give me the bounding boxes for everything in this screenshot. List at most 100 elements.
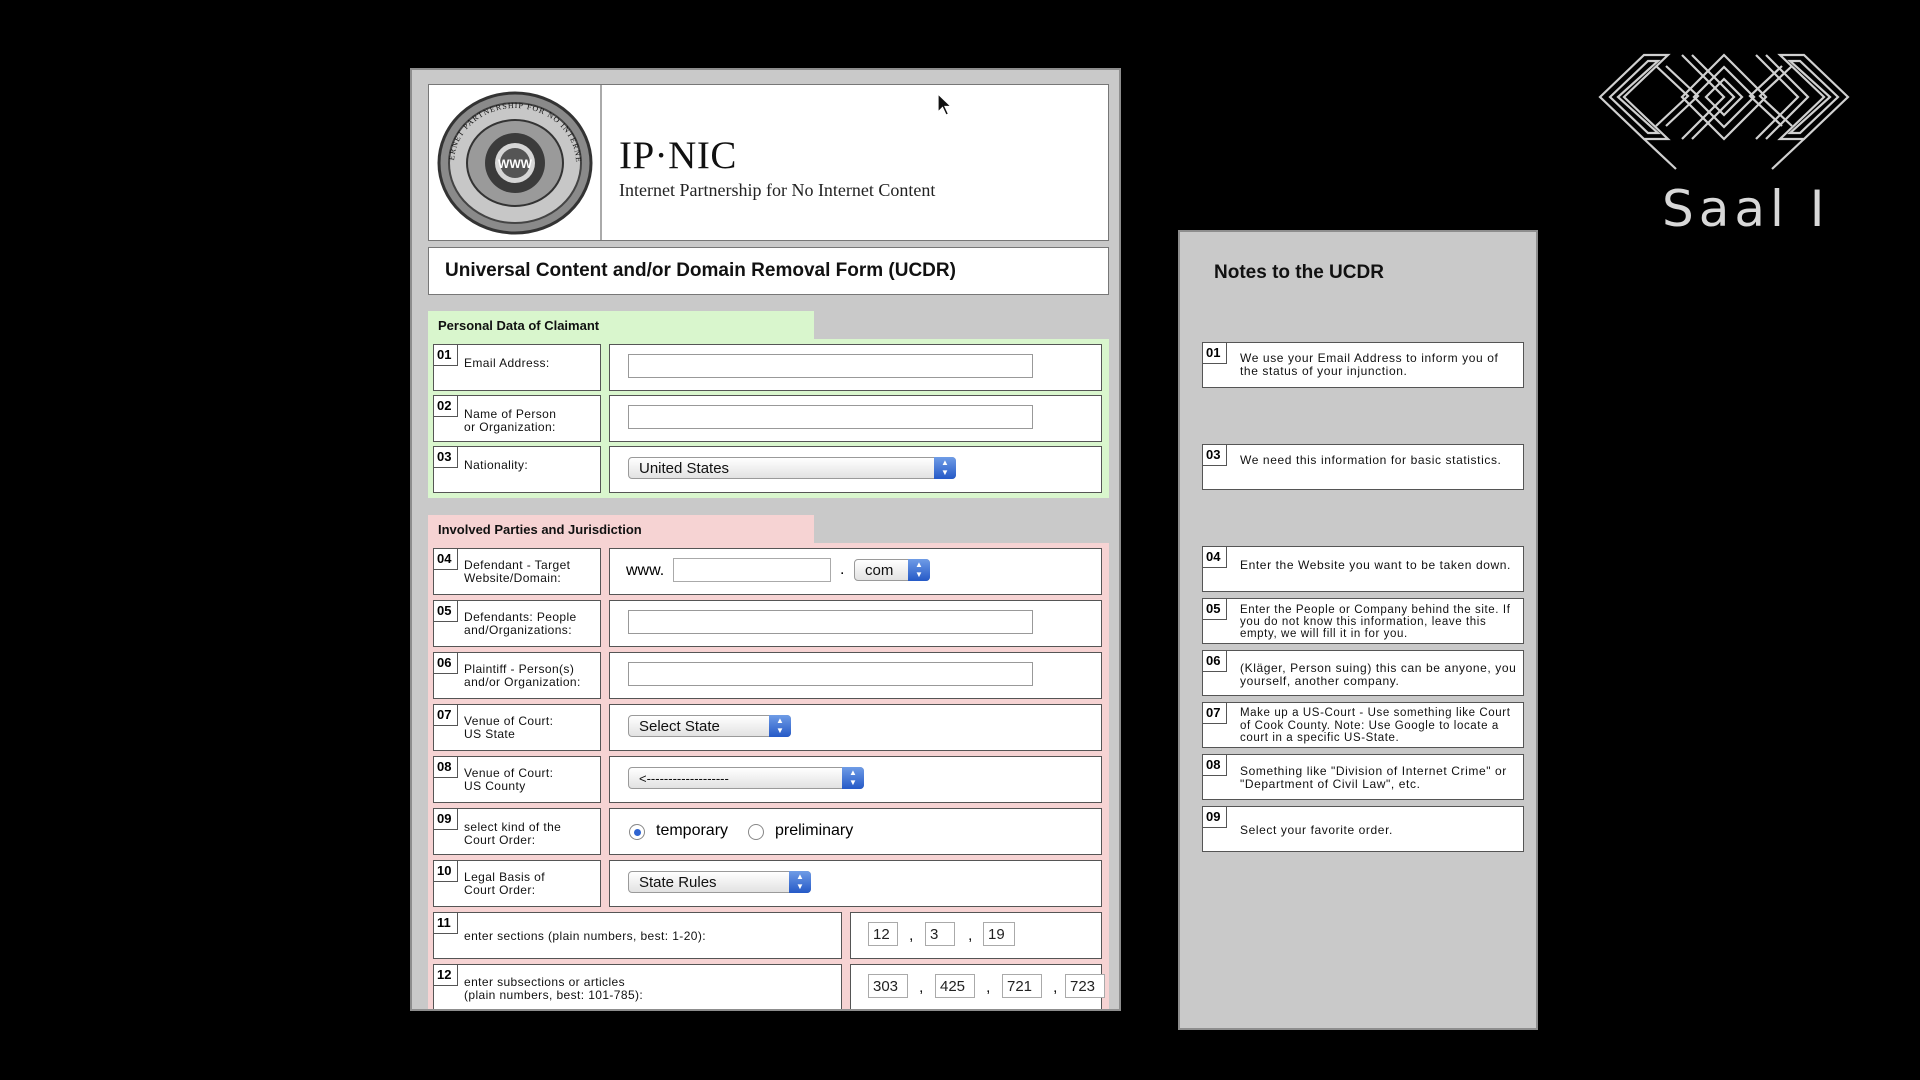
section-involved-tab: Involved Parties and Jurisdiction bbox=[428, 515, 814, 543]
venue-county-label: Venue of Court: US County bbox=[464, 766, 554, 793]
note-number: 03 bbox=[1203, 445, 1227, 466]
legal-basis-select[interactable]: State Rules ▲ ▼ bbox=[628, 871, 811, 893]
row-plaintiff: 06 Plaintiff - Person(s) and/or Organiza… bbox=[428, 652, 1109, 699]
www-prefix: www. bbox=[626, 562, 665, 579]
venue-state-label: Venue of Court: US State bbox=[464, 714, 554, 741]
note-item: 03 We need this information for basic st… bbox=[1202, 444, 1524, 490]
note-text: Select your favorite order. bbox=[1240, 823, 1393, 837]
select-arrow-icon: ▲ ▼ bbox=[789, 871, 811, 893]
field-number: 02 bbox=[434, 396, 458, 417]
venue-county-value: <------------------- bbox=[639, 771, 729, 786]
note-item: 04 Enter the Website you want to be take… bbox=[1202, 546, 1524, 592]
defendants-people-field-box bbox=[609, 600, 1102, 647]
select-arrow-icon: ▲ ▼ bbox=[769, 715, 791, 737]
note-text: Something like "Division of Internet Cri… bbox=[1240, 764, 1507, 791]
separator: , bbox=[968, 927, 973, 944]
sections-label: enter sections (plain numbers, best: 1-2… bbox=[464, 929, 706, 943]
row-court-order: 09 select kind of the Court Order: tempo… bbox=[428, 808, 1109, 855]
note-number: 04 bbox=[1203, 547, 1227, 568]
section-input-3[interactable] bbox=[983, 922, 1015, 946]
radio-temporary[interactable] bbox=[629, 824, 645, 840]
separator: , bbox=[986, 979, 991, 996]
field-number: 09 bbox=[434, 809, 458, 830]
venue-county-select[interactable]: <------------------- ▲ ▼ bbox=[628, 767, 864, 789]
hall-logo-icon bbox=[1598, 53, 1850, 170]
email-label-box: 01 Email Address: bbox=[433, 344, 601, 391]
subsections-field-box: , , , bbox=[850, 964, 1105, 1009]
brand-subtitle: Internet Partnership for No Internet Con… bbox=[619, 180, 936, 200]
subsection-input-2[interactable] bbox=[935, 974, 975, 998]
row-sections: 11 enter sections (plain numbers, best: … bbox=[428, 912, 1109, 959]
court-order-label-box: 09 select kind of the Court Order: bbox=[433, 808, 601, 855]
domain-input[interactable] bbox=[673, 558, 831, 582]
subsections-label: enter subsections or articles (plain num… bbox=[464, 975, 644, 1002]
field-number: 07 bbox=[434, 705, 458, 726]
name-label-box: 02 Name of Person or Organization: bbox=[433, 395, 601, 442]
defendant-site-label: Defendant - Target Website/Domain: bbox=[464, 558, 571, 585]
note-number: 09 bbox=[1203, 807, 1227, 828]
email-field-box bbox=[609, 344, 1102, 391]
row-defendants-people: 05 Defendants: People and/Organizations: bbox=[428, 600, 1109, 647]
field-number: 03 bbox=[434, 447, 458, 468]
radio-preliminary[interactable] bbox=[748, 824, 764, 840]
defendants-people-input[interactable] bbox=[628, 610, 1033, 634]
court-order-field-box: temporary preliminary bbox=[609, 808, 1102, 855]
venue-state-select[interactable]: Select State ▲ ▼ bbox=[628, 715, 791, 737]
row-nationality: 03 Nationality: United States ▲ ▼ bbox=[428, 446, 1109, 493]
row-defendant-site: 04 Defendant - Target Website/Domain: ww… bbox=[428, 548, 1109, 595]
ipnic-seal-cell: WWW IP·NIC · INTERNET PARTNERSHIP FOR NO… bbox=[429, 85, 602, 240]
nationality-label: Nationality: bbox=[464, 458, 529, 472]
name-input[interactable] bbox=[628, 405, 1033, 429]
ipnic-seal-icon: WWW IP·NIC · INTERNET PARTNERSHIP FOR NO… bbox=[436, 90, 592, 234]
seal-center-text: WWW bbox=[498, 157, 533, 171]
field-number: 01 bbox=[434, 345, 458, 366]
separator: , bbox=[1053, 979, 1058, 996]
subsection-input-3[interactable] bbox=[1002, 974, 1042, 998]
note-number: 01 bbox=[1203, 343, 1227, 364]
plaintiff-label: Plaintiff - Person(s) and/or Organizatio… bbox=[464, 662, 581, 689]
section-input-1[interactable] bbox=[868, 922, 898, 946]
section-personal-tab: Personal Data of Claimant bbox=[428, 311, 814, 339]
defendant-site-label-box: 04 Defendant - Target Website/Domain: bbox=[433, 548, 601, 595]
legal-basis-value: State Rules bbox=[639, 874, 717, 891]
defendants-people-label: Defendants: People and/Organizations: bbox=[464, 610, 577, 637]
sections-label-box: 11 enter sections (plain numbers, best: … bbox=[433, 912, 842, 959]
section-personal-body: 01 Email Address: 02 Name of Person or O… bbox=[428, 339, 1109, 498]
tld-select[interactable]: com ▲ ▼ bbox=[854, 559, 930, 581]
field-number: 05 bbox=[434, 601, 458, 622]
venue-county-field-box: <------------------- ▲ ▼ bbox=[609, 756, 1102, 803]
legal-basis-label: Legal Basis of Court Order: bbox=[464, 870, 545, 897]
note-number: 08 bbox=[1203, 755, 1227, 776]
note-text: Enter the Website you want to be taken d… bbox=[1240, 558, 1511, 572]
section-involved-body: 04 Defendant - Target Website/Domain: ww… bbox=[428, 543, 1109, 1009]
row-venue-state: 07 Venue of Court: US State Select State… bbox=[428, 704, 1109, 751]
row-name: 02 Name of Person or Organization: bbox=[428, 395, 1109, 442]
section-input-2[interactable] bbox=[925, 922, 955, 946]
separator: , bbox=[909, 927, 914, 944]
subsection-input-1[interactable] bbox=[868, 974, 908, 998]
note-item: 08 Something like "Division of Internet … bbox=[1202, 754, 1524, 800]
venue-state-value: Select State bbox=[639, 718, 720, 735]
email-input[interactable] bbox=[628, 354, 1033, 378]
field-number: 04 bbox=[434, 549, 458, 570]
video-frame: WWW IP·NIC · INTERNET PARTNERSHIP FOR NO… bbox=[0, 0, 1920, 1080]
field-number: 10 bbox=[434, 861, 458, 882]
legal-basis-label-box: 10 Legal Basis of Court Order: bbox=[433, 860, 601, 907]
legal-basis-field-box: State Rules ▲ ▼ bbox=[609, 860, 1102, 907]
note-text: (Kläger, Person suing) this can be anyon… bbox=[1240, 661, 1517, 688]
note-number: 07 bbox=[1203, 703, 1227, 724]
subsection-input-4[interactable] bbox=[1065, 974, 1105, 998]
venue-state-label-box: 07 Venue of Court: US State bbox=[433, 704, 601, 751]
notes-title: Notes to the UCDR bbox=[1214, 262, 1384, 283]
nationality-select[interactable]: United States ▲ ▼ bbox=[628, 457, 956, 479]
domain-dot: . bbox=[840, 561, 845, 578]
note-text: Enter the People or Company behind the s… bbox=[1240, 604, 1511, 640]
plaintiff-input[interactable] bbox=[628, 662, 1033, 686]
email-label: Email Address: bbox=[464, 356, 550, 370]
defendants-people-label-box: 05 Defendants: People and/Organizations: bbox=[433, 600, 601, 647]
tld-value: com bbox=[865, 562, 894, 579]
radio-selected-dot-icon bbox=[634, 829, 641, 836]
note-item: 05 Enter the People or Company behind th… bbox=[1202, 598, 1524, 644]
row-venue-county: 08 Venue of Court: US County <----------… bbox=[428, 756, 1109, 803]
field-number: 12 bbox=[434, 965, 458, 986]
